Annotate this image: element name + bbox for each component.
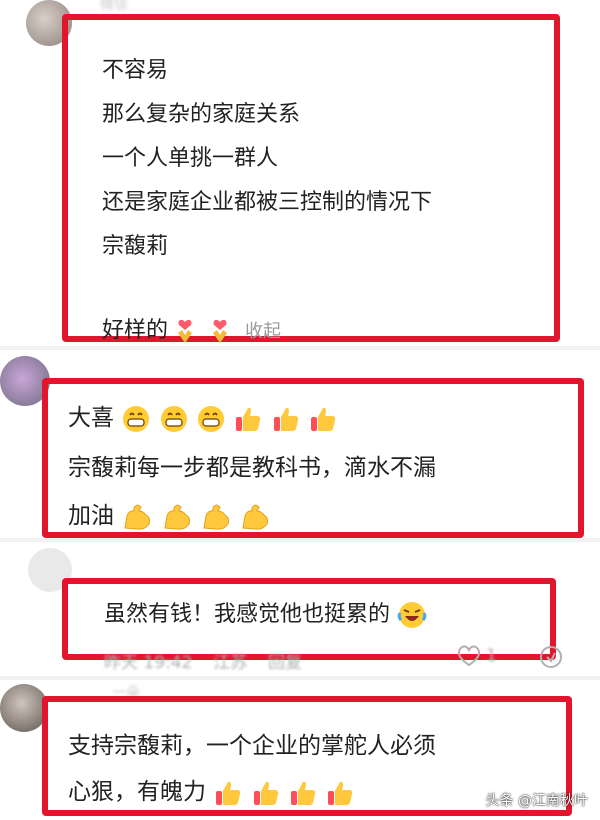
thumbs-up-emoji <box>253 781 278 805</box>
comment-line-3: 加油 <box>68 496 271 532</box>
comment-text: 加油 <box>68 503 114 529</box>
comment-last-line: 好样的 收起 <box>102 312 281 345</box>
comment-text-line: 一个人单挑一群人 <box>102 146 279 171</box>
thumbs-up-emoji <box>236 407 261 431</box>
share-button[interactable] <box>538 644 564 674</box>
collapse-link[interactable]: 收起 <box>245 321 281 342</box>
grin-emoji <box>197 405 224 432</box>
comment-text: 好样的 <box>102 318 169 343</box>
comment-text-line: 那么复杂的家庭关系 <box>102 102 301 127</box>
thumbs-up-emoji <box>310 407 336 431</box>
comment-text-line: 不容易 <box>102 58 169 83</box>
avatar[interactable] <box>0 684 48 732</box>
comment-line-1: 虽然有钱！我感觉他也挺累的 <box>104 596 427 630</box>
comment-line-1: 支持宗馥莉，一个企业的掌舵人必须 <box>68 733 436 759</box>
share-icon <box>540 646 562 668</box>
grin-emoji <box>123 405 150 432</box>
heart-hands-emoji <box>213 319 228 343</box>
flexed-bicep-emoji <box>124 503 151 530</box>
laughing-crying-emoji <box>397 602 427 628</box>
watermark: 头条 @江南秋叶 <box>485 793 588 809</box>
comment-text-line: 还是家庭企业都被三控制的情况下 <box>102 190 433 215</box>
comment-location: 江苏 <box>213 653 248 673</box>
comment-line-2: 心狠，有魄力 <box>68 772 355 808</box>
flexed-bicep-emoji <box>164 503 190 530</box>
thumbs-up-emoji <box>216 781 241 805</box>
thumbs-up-emoji <box>273 407 298 431</box>
flexed-bicep-emoji <box>242 503 269 530</box>
comment-text-line: 宗馥莉 <box>102 234 169 259</box>
thumbs-up-emoji <box>290 781 316 805</box>
like-button[interactable] <box>456 644 482 672</box>
grin-emoji <box>160 405 187 432</box>
comment-text: 虽然有钱！我感觉他也挺累的 <box>104 602 391 627</box>
comment-line-2: 宗馥莉每一步都是教科书，滴水不漏 <box>68 455 436 481</box>
comment-text: 心狠，有魄力 <box>68 779 206 805</box>
comment-time: 昨天 19:42 <box>104 653 193 673</box>
like-count: 1 <box>486 646 497 666</box>
heart-hands-emoji <box>178 319 193 343</box>
thumbs-up-emoji <box>328 781 353 805</box>
heart-icon <box>457 645 481 667</box>
comment-line-1: 大喜 <box>68 398 338 434</box>
flexed-bicep-emoji <box>203 503 229 530</box>
comment-text: 大喜 <box>68 405 114 431</box>
reply-button[interactable]: 回复 <box>268 653 302 673</box>
comment-meta: 昨天 19:42 江苏 回复 <box>104 648 302 673</box>
user-name[interactable]: 微信 <box>100 0 128 14</box>
